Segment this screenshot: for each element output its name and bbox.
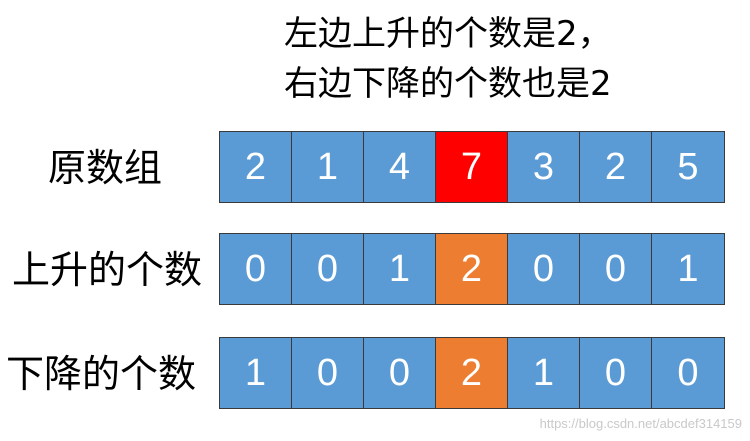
array-cell: 5 [652, 132, 724, 202]
array-cell: 1 [220, 338, 292, 408]
array-cell: 7 [436, 132, 508, 202]
row-original-array: 2147325 [219, 131, 725, 203]
array-cell: 1 [652, 234, 724, 304]
array-cell: 0 [580, 338, 652, 408]
array-cell: 1 [364, 234, 436, 304]
row-label-descending: 下降的个数 [6, 352, 197, 396]
row-label-ascending: 上升的个数 [12, 248, 203, 292]
array-cell: 0 [580, 234, 652, 304]
array-cell: 0 [220, 234, 292, 304]
array-cell: 0 [292, 338, 364, 408]
array-cell: 3 [508, 132, 580, 202]
array-cell: 1 [292, 132, 364, 202]
row-ascending-count: 0012001 [219, 233, 725, 305]
array-cell: 2 [436, 338, 508, 408]
array-cell: 0 [364, 338, 436, 408]
array-cell: 2 [220, 132, 292, 202]
row-label-original: 原数组 [48, 146, 163, 190]
array-cell: 0 [508, 234, 580, 304]
watermark: https://blog.csdn.net/abcdef314159 [539, 416, 742, 431]
array-cell: 0 [292, 234, 364, 304]
heading-line-1: 左边上升的个数是2， [284, 14, 612, 54]
array-cell: 0 [652, 338, 724, 408]
heading-line-2: 右边下降的个数也是2 [284, 64, 612, 104]
array-cell: 2 [580, 132, 652, 202]
row-descending-count: 1002100 [219, 337, 725, 409]
array-cell: 2 [436, 234, 508, 304]
array-cell: 1 [508, 338, 580, 408]
array-cell: 4 [364, 132, 436, 202]
